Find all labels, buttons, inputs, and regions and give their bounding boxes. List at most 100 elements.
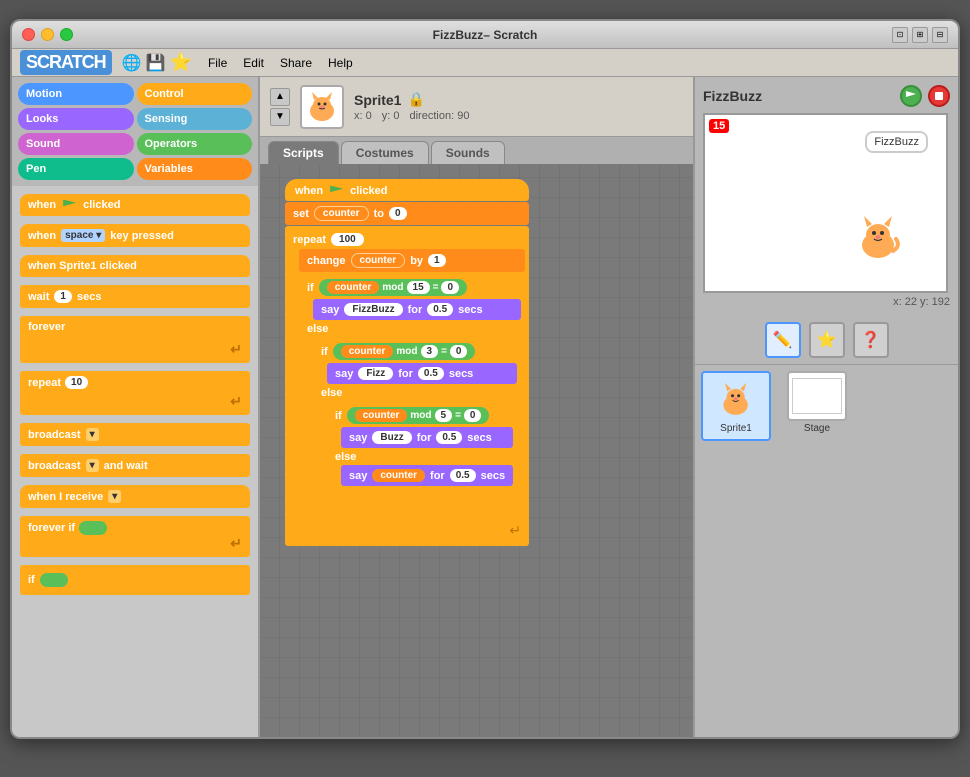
sprite-nav-up[interactable]: ▲	[270, 88, 290, 106]
block-set-counter[interactable]: set counter to 0	[285, 202, 529, 225]
window-title: FizzBuzz– Scratch	[433, 28, 538, 42]
stage-thumb[interactable]	[787, 371, 847, 421]
speech-bubble: FizzBuzz	[865, 131, 928, 153]
main-content: Motion Control Looks Sensing Sound Opera…	[12, 77, 958, 737]
script-canvas[interactable]: when clicked set counter to 0 repeat 100	[260, 164, 693, 737]
right-panel: FizzBuzz 15 FizzBuzz	[693, 77, 958, 737]
globe-icon[interactable]: 🌐	[122, 53, 142, 73]
window-btn-2[interactable]: ⊞	[912, 27, 928, 43]
block-forever[interactable]: forever ↵	[20, 316, 250, 363]
cat-sprite-svg	[302, 87, 342, 127]
stage-view: 15 FizzBuzz	[703, 113, 948, 293]
sprite-info-bar: ▲ ▼	[260, 77, 693, 137]
cat-looks[interactable]: Looks	[18, 108, 134, 130]
block-say-fizzbuzz[interactable]: say FizzBuzz for 0.5 secs	[313, 299, 521, 320]
cat-control[interactable]: Control	[137, 83, 253, 105]
else3-label: else	[327, 449, 517, 465]
stage-title-bar: FizzBuzz	[703, 85, 950, 107]
block-if-mod5[interactable]: if counter mod 5 = 0 say Buzz for 0.5 s	[327, 401, 517, 498]
sprite-coords: x: 0 y: 0 direction: 90	[354, 110, 469, 122]
blocks-panel: Motion Control Looks Sensing Sound Opera…	[12, 77, 260, 737]
close-button[interactable]	[22, 28, 35, 41]
block-forever-if[interactable]: forever if ↵	[20, 516, 250, 557]
sprite-list-cat	[712, 379, 760, 421]
menu-edit[interactable]: Edit	[235, 52, 272, 74]
block-when-receive[interactable]: when I receive ▾	[20, 485, 250, 508]
traffic-lights	[22, 28, 73, 41]
lock-icon: 🔒	[407, 91, 424, 108]
categories: Motion Control Looks Sensing Sound Opera…	[12, 77, 258, 186]
tool-add-sprite[interactable]: ⭐	[809, 322, 845, 358]
menu-help[interactable]: Help	[320, 52, 361, 74]
block-wait[interactable]: wait 1 secs	[20, 285, 250, 308]
tool-scripts[interactable]: ✏️	[765, 322, 801, 358]
cat-motion[interactable]: Motion	[18, 83, 134, 105]
sprite1-label: Sprite1	[720, 423, 752, 434]
script-stack: when clicked set counter to 0 repeat 100	[285, 179, 529, 547]
sprite-thumbnail	[300, 85, 344, 129]
stage-badge: 15	[709, 119, 729, 133]
block-say-fizz[interactable]: say Fizz for 0.5 secs	[327, 363, 517, 384]
block-broadcast[interactable]: broadcast ▾	[20, 423, 250, 446]
stop-button[interactable]	[928, 85, 950, 107]
window-btn-3[interactable]: ⊟	[932, 27, 948, 43]
sprite-name-row: Sprite1 🔒	[354, 91, 469, 108]
green-flag-button[interactable]	[900, 85, 922, 107]
tabs: Scripts Costumes Sounds	[260, 137, 693, 164]
block-repeat[interactable]: repeat 10 ↵	[20, 371, 250, 415]
maximize-button[interactable]	[60, 28, 73, 41]
blocks-list: when clicked when space ▾ key pressed wh…	[12, 186, 258, 737]
window-btn-1[interactable]: ⊡	[892, 27, 908, 43]
sprite-tools: ✏️ ⭐ ❓	[695, 316, 958, 365]
sprite-list-item-sprite1[interactable]: Sprite1	[701, 371, 771, 441]
block-hat-clicked[interactable]: when clicked	[285, 179, 529, 201]
sprite-nav: ▲ ▼	[270, 88, 290, 126]
block-when-clicked[interactable]: when clicked	[20, 194, 250, 216]
tab-costumes[interactable]: Costumes	[341, 141, 429, 164]
block-if-mod15[interactable]: if counter mod 15 = 0 say FizzBuzz for 0…	[299, 273, 525, 518]
menu-share[interactable]: Share	[272, 52, 320, 74]
block-if-mod3[interactable]: if counter mod 3 = 0 say Fizz for 0.5 se…	[313, 337, 521, 508]
sprite-list-area: Sprite1 Stage	[695, 365, 958, 447]
main-window: FizzBuzz– Scratch ⊡ ⊞ ⊟ SCRATCH 🌐 💾 ⭐ Fi…	[10, 19, 960, 739]
cat-pen[interactable]: Pen	[18, 158, 134, 180]
stage-cat-sprite	[851, 211, 906, 271]
menu-file[interactable]: File	[200, 52, 235, 74]
save-icon[interactable]: 💾	[146, 53, 166, 73]
else1-label: else	[299, 321, 525, 337]
minimize-button[interactable]	[41, 28, 54, 41]
star-icon[interactable]: ⭐	[170, 52, 192, 73]
stage-coords: x: 22 y: 192	[703, 296, 950, 308]
stage-title-text: FizzBuzz	[703, 88, 762, 104]
cat-sound[interactable]: Sound	[18, 133, 134, 155]
sprite-x: x: 0	[354, 110, 372, 122]
sprite-nav-down[interactable]: ▼	[270, 108, 290, 126]
cat-sensing[interactable]: Sensing	[137, 108, 253, 130]
stage-controls	[900, 85, 950, 107]
block-change-counter[interactable]: change counter by 1	[299, 249, 525, 272]
stage-cat-svg	[851, 211, 906, 266]
sprite-direction: direction: 90	[410, 110, 470, 122]
titlebar: FizzBuzz– Scratch ⊡ ⊞ ⊟	[12, 21, 958, 49]
block-repeat-100[interactable]: repeat 100 change counter by 1 if	[285, 226, 529, 546]
tab-sounds[interactable]: Sounds	[431, 141, 505, 164]
block-when-key[interactable]: when space ▾ key pressed	[20, 224, 250, 247]
sprite-name: Sprite1	[354, 92, 401, 108]
stage-thumb-container: Stage	[787, 371, 847, 441]
block-broadcast-wait[interactable]: broadcast ▾ and wait	[20, 454, 250, 477]
scripts-area-container: ▲ ▼	[260, 77, 693, 737]
stage-area: FizzBuzz 15 FizzBuzz	[695, 77, 958, 316]
menubar: SCRATCH 🌐 💾 ⭐ File Edit Share Help	[12, 49, 958, 77]
titlebar-controls: ⊡ ⊞ ⊟	[892, 27, 948, 43]
block-if[interactable]: if	[20, 565, 250, 595]
tab-scripts[interactable]: Scripts	[268, 141, 339, 164]
sprite-info-text: Sprite1 🔒 x: 0 y: 0 direction: 90	[354, 91, 469, 122]
block-say-buzz[interactable]: say Buzz for 0.5 secs	[341, 427, 513, 448]
else2-label: else	[313, 385, 521, 401]
tool-help[interactable]: ❓	[853, 322, 889, 358]
scratch-logo: SCRATCH	[20, 50, 112, 75]
cat-operators[interactable]: Operators	[137, 133, 253, 155]
block-when-sprite-clicked[interactable]: when Sprite1 clicked	[20, 255, 250, 277]
block-say-counter[interactable]: say counter for 0.5 secs	[341, 465, 513, 486]
cat-variables[interactable]: Variables	[137, 158, 253, 180]
